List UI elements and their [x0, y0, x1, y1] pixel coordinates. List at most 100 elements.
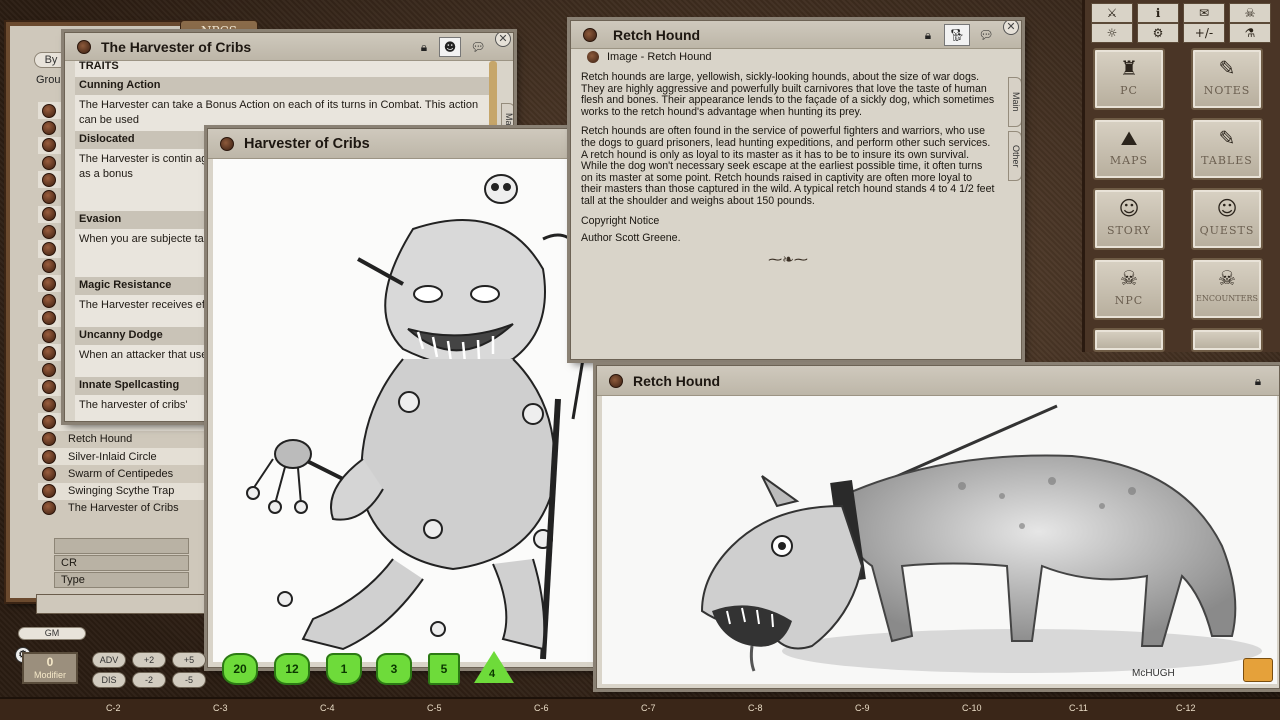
scroll-handle[interactable]: [489, 61, 497, 131]
record-link-icon[interactable]: [583, 27, 597, 42]
npc-bullet-icon[interactable]: [42, 432, 56, 447]
npc-bullet-icon[interactable]: [42, 259, 56, 274]
hound-record-titlebar[interactable]: Retch Hound 🔒︎ 🐕︎ 💬︎: [571, 21, 1021, 49]
lock-icon[interactable]: 🔒︎: [917, 25, 939, 45]
settings-tool-button[interactable]: ⚙: [1137, 23, 1179, 43]
npc-bullet-icon[interactable]: [42, 397, 56, 412]
sidebar-button-tables[interactable]: ✎ TABLES: [1191, 118, 1263, 180]
image-link-row[interactable]: Image - Retch Hound: [581, 50, 995, 64]
image-link-text[interactable]: Image - Retch Hound: [607, 51, 712, 63]
advantage-button[interactable]: ADV: [92, 652, 126, 668]
npc-bullet-icon[interactable]: [42, 190, 56, 205]
description-paragraph-1: Retch hounds are large, yellowish, sickl…: [581, 71, 995, 118]
disadvantage-button[interactable]: DIS: [92, 672, 126, 688]
info-tool-button[interactable]: ℹ: [1137, 3, 1179, 23]
sidebar-button-notes[interactable]: ✎ NOTES: [1191, 48, 1263, 110]
tab-other[interactable]: Other: [1008, 131, 1021, 181]
quests-icon: ☺: [1216, 196, 1238, 220]
record-link-icon[interactable]: [77, 39, 91, 54]
modifier-tool-button[interactable]: +/-: [1183, 23, 1225, 43]
sidebar-button-label: NPC: [1114, 294, 1144, 307]
npc-bullet-icon[interactable]: [42, 276, 56, 291]
minus-five-button[interactable]: -5: [172, 672, 206, 688]
sidebar-button-more[interactable]: [1191, 328, 1263, 352]
sidebar-button-pc[interactable]: ♜ PC: [1093, 48, 1165, 110]
npc-icon: ☠: [1120, 266, 1138, 290]
filter-type-field[interactable]: Type: [54, 572, 189, 588]
npc-bullet-icon[interactable]: [42, 293, 56, 308]
d8-die-icon[interactable]: 3: [376, 653, 412, 685]
grid-label: C-5: [427, 703, 442, 713]
npc-bullet-icon[interactable]: [42, 328, 56, 343]
npc-bullet-icon[interactable]: [42, 311, 56, 326]
sidebar-button-encounters[interactable]: ☠ ENCOUNTERS: [1191, 258, 1263, 320]
d6-die-icon[interactable]: 5: [428, 653, 460, 685]
effects-tool-button[interactable]: ☠: [1229, 3, 1271, 23]
sidebar-button-maps[interactable]: ⛰ MAPS: [1093, 118, 1165, 180]
section-header-traits: TRAITS: [79, 60, 119, 72]
d10-die-icon[interactable]: 1: [326, 653, 362, 685]
npc-bullet-icon[interactable]: [42, 242, 56, 257]
sidebar-button-quests[interactable]: ☺ QUESTS: [1191, 188, 1263, 250]
image-link-icon[interactable]: [220, 136, 234, 151]
hound-record-title: Retch Hound: [613, 26, 701, 43]
grid-label: C-7: [641, 703, 656, 713]
d20-die-icon[interactable]: 20: [222, 653, 258, 685]
lock-icon[interactable]: 🔒︎: [1247, 371, 1269, 391]
npc-bullet-icon[interactable]: [42, 155, 56, 170]
modifier-box[interactable]: 0 Modifier: [22, 652, 78, 684]
npc-bullet-icon[interactable]: [42, 224, 56, 239]
message-tool-button[interactable]: ✉: [1183, 3, 1225, 23]
lock-icon[interactable]: 🔒︎: [413, 37, 435, 57]
harvester-illustration: [213, 159, 596, 662]
d12-die-icon[interactable]: 12: [274, 653, 310, 685]
grid-label: C-4: [320, 703, 335, 713]
npc-bullet-icon[interactable]: [42, 380, 56, 395]
npc-bullet-icon[interactable]: [42, 449, 56, 464]
plus-five-button[interactable]: +5: [172, 652, 206, 668]
harvester-image-title: Harvester of Cribs: [244, 135, 370, 152]
portrait-icon[interactable]: 🐕︎: [944, 24, 970, 46]
npc-bullet-icon[interactable]: [42, 138, 56, 153]
lighting-tool-button[interactable]: ☼: [1091, 23, 1133, 43]
hound-image-titlebar[interactable]: Retch Hound 🔒︎: [597, 366, 1279, 396]
harvester-image-window: Harvester of Cribs: [207, 128, 602, 668]
sidebar-button-label: STORY: [1106, 224, 1152, 237]
npc-bullet-icon[interactable]: [42, 172, 56, 187]
encounters-icon: ☠: [1218, 266, 1236, 290]
npc-bullet-icon[interactable]: [42, 120, 56, 135]
plus-two-button[interactable]: +2: [132, 652, 166, 668]
sidebar-button-npc[interactable]: ☠ NPC: [1093, 258, 1165, 320]
npc-bullet-icon[interactable]: [42, 414, 56, 429]
npc-bullet-icon[interactable]: [42, 207, 56, 222]
sidebar-button-story[interactable]: ☺ STORY: [1093, 188, 1165, 250]
image-link-icon[interactable]: [609, 373, 623, 388]
harvester-record-titlebar[interactable]: The Harvester of Cribs 🔒︎ ☻ 💬︎: [65, 33, 513, 61]
tab-main[interactable]: Main: [1008, 77, 1021, 127]
chat-icon[interactable]: 💬︎: [467, 37, 489, 57]
gm-identity-badge[interactable]: GM: [18, 627, 86, 640]
npc-bullet-icon[interactable]: [42, 466, 56, 481]
sort-by-button[interactable]: By: [34, 52, 68, 68]
npc-bullet-icon[interactable]: [42, 484, 56, 499]
sidebar-button-label: QUESTS: [1199, 224, 1255, 237]
minus-two-button[interactable]: -2: [132, 672, 166, 688]
npc-bullet-icon[interactable]: [42, 103, 56, 118]
npc-bullet-icon[interactable]: [42, 363, 56, 378]
resize-handle[interactable]: [1243, 658, 1273, 682]
harvester-image-titlebar[interactable]: Harvester of Cribs: [208, 129, 601, 159]
npc-bullet-icon[interactable]: [42, 501, 56, 516]
filter-name-field[interactable]: [54, 538, 189, 554]
grid-label: C-6: [534, 703, 549, 713]
npc-search-input[interactable]: [36, 594, 206, 614]
chat-icon[interactable]: 💬︎: [975, 25, 997, 45]
author-line: Author Scott Greene.: [581, 232, 681, 245]
portrait-icon[interactable]: ☻: [439, 37, 461, 57]
filter-cr-field[interactable]: CR: [54, 555, 189, 571]
image-link-icon[interactable]: [587, 51, 599, 63]
sidebar-button-more[interactable]: [1093, 328, 1165, 352]
harvester-drawing: [246, 174, 595, 660]
npc-bullet-icon[interactable]: [42, 345, 56, 360]
character-tool-button[interactable]: ⚗: [1229, 23, 1271, 43]
combat-tool-button[interactable]: ⚔: [1091, 3, 1133, 23]
